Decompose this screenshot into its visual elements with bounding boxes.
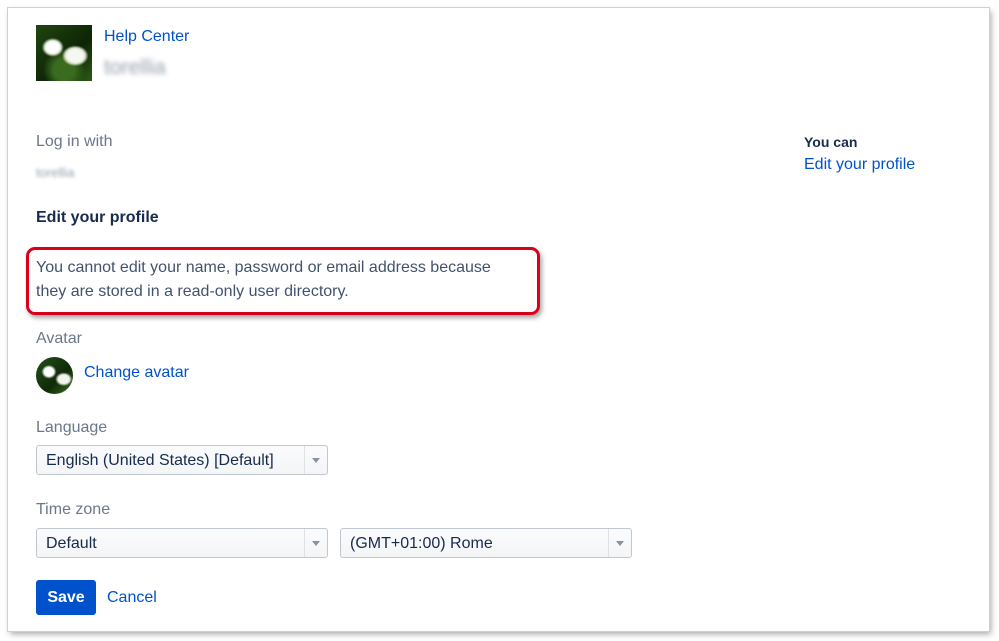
avatar-label: Avatar — [36, 330, 82, 347]
timezone-city-value: (GMT+01:00) Rome — [350, 535, 493, 552]
chevron-down-icon[interactable] — [608, 529, 631, 557]
site-name: torellia — [104, 56, 166, 79]
read-only-notice: You cannot edit your name, password or e… — [36, 259, 491, 300]
language-label: Language — [36, 419, 108, 436]
cancel-link[interactable]: Cancel — [107, 589, 157, 607]
change-avatar-link[interactable]: Change avatar — [84, 364, 189, 382]
avatar[interactable] — [36, 357, 73, 394]
login-with-label: Log in with — [36, 133, 113, 150]
timezone-region-select[interactable]: Default — [36, 528, 328, 558]
timezone-region-value: Default — [46, 535, 97, 552]
login-username: torellia — [36, 165, 75, 180]
help-center-link[interactable]: Help Center — [104, 28, 189, 46]
timezone-label: Time zone — [36, 501, 111, 518]
edit-profile-link[interactable]: Edit your profile — [804, 156, 915, 174]
chevron-down-icon[interactable] — [304, 529, 327, 557]
language-select-value: English (United States) [Default] — [46, 452, 274, 469]
chevron-down-icon[interactable] — [304, 446, 327, 474]
edit-profile-heading: Edit your profile — [36, 209, 159, 226]
language-select[interactable]: English (United States) [Default] — [36, 445, 328, 475]
timezone-city-select[interactable]: (GMT+01:00) Rome — [340, 528, 632, 558]
sidebar-heading: You can — [804, 134, 858, 150]
save-button[interactable]: Save — [36, 580, 96, 615]
help-center-logo[interactable] — [36, 25, 92, 81]
